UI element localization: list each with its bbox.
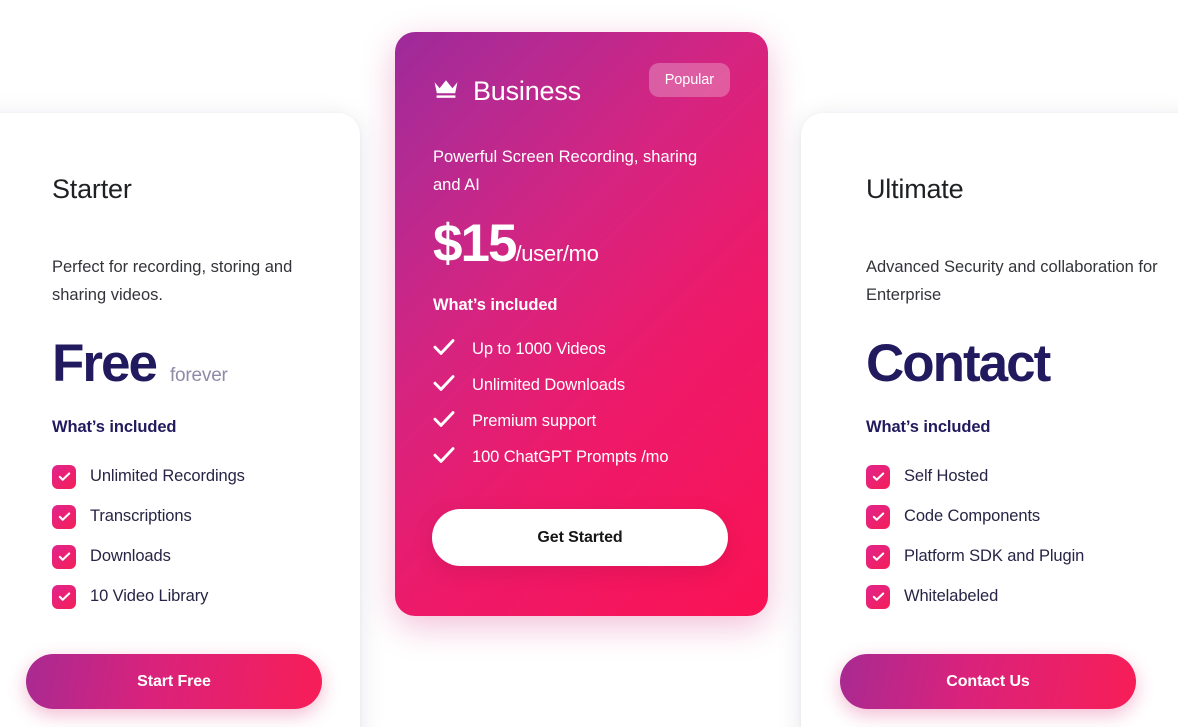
feature-label: Platform SDK and Plugin [904, 547, 1085, 566]
starter-price-row: Free forever [52, 337, 324, 390]
business-title-wrap: Business [433, 76, 581, 107]
list-item: Whitelabeled [866, 577, 1167, 617]
business-price: $15 [433, 214, 517, 273]
status-badge-popular: Popular [648, 62, 730, 97]
feature-label: Premium support [472, 411, 597, 430]
check-box-icon [866, 544, 890, 569]
pricing-card-starter: Starter Perfect for recording, storing a… [0, 113, 360, 727]
get-started-button[interactable]: Get Started [432, 509, 728, 566]
list-item: Up to 1000 Videos [433, 331, 730, 367]
pricing-card-business: Business Popular Powerful Screen Recordi… [395, 32, 768, 616]
pricing-section: Starter Perfect for recording, storing a… [0, 0, 1178, 727]
starter-plan-name: Starter [52, 174, 132, 204]
feature-label: 10 Video Library [90, 587, 209, 606]
check-icon [433, 374, 457, 397]
ultimate-included-title: What’s included [866, 417, 991, 436]
ultimate-price: Contact [866, 333, 1051, 393]
starter-description: Perfect for recording, storing and shari… [52, 257, 293, 304]
business-header: Business Popular [433, 62, 730, 107]
ultimate-plan-name: Ultimate [866, 174, 964, 204]
feature-label: Transcriptions [90, 507, 192, 526]
check-box-icon [52, 584, 76, 609]
list-item: Premium support [433, 403, 730, 439]
ultimate-price-row: Contact [866, 337, 1167, 390]
starter-feature-list: Unlimited Recordings Transcriptions Down… [52, 457, 324, 617]
business-feature-list: Up to 1000 Videos Unlimited Downloads Pr… [433, 331, 730, 475]
starter-content: Starter Perfect for recording, storing a… [0, 174, 334, 617]
check-box-icon [52, 504, 76, 529]
list-item: Self Hosted [866, 457, 1167, 497]
check-icon [433, 446, 457, 469]
start-free-button[interactable]: Start Free [26, 654, 322, 709]
check-box-icon [52, 544, 76, 569]
starter-price: Free [52, 333, 158, 393]
ultimate-content: Ultimate Advanced Security and collabora… [827, 174, 1177, 617]
business-included-title: What’s included [433, 296, 558, 314]
feature-label: Whitelabeled [904, 587, 999, 606]
list-item: Code Components [866, 497, 1167, 537]
list-item: Transcriptions [52, 497, 324, 537]
ultimate-description: Advanced Security and collaboration for … [866, 257, 1158, 304]
check-box-icon [52, 464, 76, 489]
business-price-row: $15 /user/mo [433, 217, 730, 270]
feature-label: Unlimited Downloads [472, 375, 626, 394]
business-description: Powerful Screen Recording, sharing and A… [433, 148, 698, 194]
feature-label: Code Components [904, 507, 1041, 526]
feature-label: Self Hosted [904, 467, 989, 486]
list-item: Downloads [52, 537, 324, 577]
list-item: Unlimited Downloads [433, 367, 730, 403]
feature-label: Unlimited Recordings [90, 467, 245, 486]
check-icon [433, 338, 457, 361]
business-price-suffix: /user/mo [515, 241, 599, 266]
check-box-icon [866, 464, 890, 489]
feature-label: Up to 1000 Videos [472, 339, 606, 358]
check-box-icon [866, 584, 890, 609]
list-item: 10 Video Library [52, 577, 324, 617]
starter-price-suffix: forever [169, 364, 228, 386]
check-box-icon [866, 504, 890, 529]
list-item: Unlimited Recordings [52, 457, 324, 497]
ultimate-feature-list: Self Hosted Code Components Platform SDK… [866, 457, 1167, 617]
feature-label: 100 ChatGPT Prompts /mo [472, 447, 669, 466]
list-item: 100 ChatGPT Prompts /mo [433, 439, 730, 475]
business-plan-name: Business [473, 76, 581, 106]
starter-included-title: What’s included [52, 417, 177, 436]
contact-us-button[interactable]: Contact Us [840, 654, 1136, 709]
list-item: Platform SDK and Plugin [866, 537, 1167, 577]
feature-label: Downloads [90, 547, 171, 566]
pricing-card-ultimate: Ultimate Advanced Security and collabora… [801, 113, 1178, 727]
crown-icon [433, 78, 459, 105]
check-icon [433, 410, 457, 433]
